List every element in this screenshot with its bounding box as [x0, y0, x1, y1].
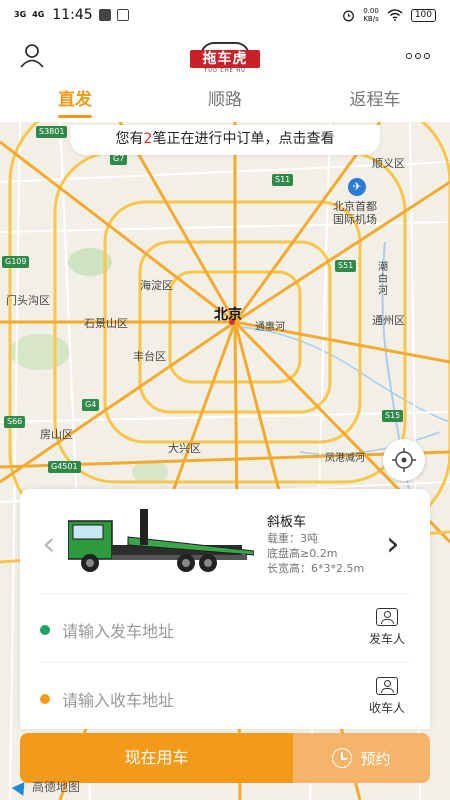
app-logo: 拖车虎 TUO CHE HU: [190, 42, 260, 74]
map-label-chaobaihe: 潮白河: [378, 262, 388, 297]
road-tag-s11: S11: [272, 174, 294, 186]
user-profile-button[interactable]: [18, 42, 46, 70]
alarm-icon: [343, 10, 355, 21]
arrival-dot: [40, 694, 50, 704]
notice-prefix: 您有: [115, 131, 144, 147]
user-icon: [20, 44, 44, 68]
tab-direct[interactable]: 直发: [0, 80, 150, 122]
map-label-fengtai: 丰台区: [133, 350, 166, 363]
gaode-logo-icon: [11, 777, 31, 796]
departure-contact-label: 发车人: [368, 632, 405, 646]
road-tag-s3801: S3801: [36, 126, 68, 138]
more-icon: [406, 53, 412, 59]
signal-4g: 4G: [32, 10, 45, 19]
arrival-address-input[interactable]: 请输入收车地址: [62, 687, 174, 711]
vehicle-load: 载重：3吨: [267, 532, 318, 545]
logo-text: 拖车虎: [190, 50, 260, 68]
departure-dot: [40, 625, 50, 635]
departure-address-input[interactable]: 请输入发车地址: [62, 618, 174, 642]
map-label-haidian: 海淀区: [140, 279, 173, 292]
road-tag-g109: G109: [2, 256, 30, 268]
map-label-tongzhou: 通州区: [372, 314, 405, 327]
net-speed-unit: KB/s: [363, 15, 379, 23]
order-notice-banner[interactable]: 您有2笔正在进行中订单，点击查看: [70, 125, 380, 155]
map-label-fangshan: 房山区: [40, 428, 73, 441]
road-tag-s51: S51: [335, 260, 357, 272]
flatbed-truck-image: [68, 509, 254, 572]
arrival-contact-label: 收车人: [368, 701, 405, 715]
tab-return-trip[interactable]: 返程车: [300, 80, 450, 122]
contact-card-icon: [376, 677, 398, 695]
net-speed-value: 0.00: [363, 7, 379, 15]
map-attribution: 高德地图: [11, 777, 81, 796]
signal-3g: 3G: [14, 10, 27, 19]
map-label-beijing: 北京: [214, 307, 242, 323]
net-speed: 0.00 KB/s: [363, 7, 379, 23]
status-bar: 3G 4G 11:45 0.00 KB/s 100: [0, 0, 450, 30]
road-tag-g4501: G4501: [48, 461, 81, 473]
app-header: 拖车虎 TUO CHE HU: [0, 30, 450, 80]
map-label-mentougou: 门头沟区: [6, 294, 50, 307]
notice-suffix: 笔正在进行中订单，点击查看: [152, 131, 335, 147]
reserve-button[interactable]: 预约: [293, 733, 430, 783]
arrival-address-row[interactable]: 请输入收车地址 收车人: [40, 662, 410, 730]
road-tag-s15: S15: [382, 410, 404, 422]
map-label-airport: 北京首都 国际机场: [333, 200, 377, 226]
vehicle-chassis: 底盘高≥0.2m: [267, 547, 338, 560]
vehicle-size: 长宽高：6*3*2.5m: [267, 562, 365, 575]
airport-icon: ✈: [348, 178, 366, 196]
map-label-tonghuihe: 通惠河: [255, 322, 285, 333]
more-menu-button[interactable]: [404, 42, 432, 70]
tab-on-the-way[interactable]: 顺路: [150, 80, 300, 122]
notification-app-icon: [116, 9, 129, 21]
road-tag-g4: G4: [82, 399, 100, 411]
departure-address-row[interactable]: 请输入发车地址 发车人: [40, 593, 410, 661]
wifi-icon: [387, 9, 403, 21]
order-panel: ‹ 斜板车 载重：3吨 底盘高≥0.2m 长宽高：6*3*2.5m › 请输入发…: [20, 489, 430, 729]
map-label-shunyi: 顺义区: [372, 157, 405, 170]
map-label-fenggangjianhe: 凤港减河: [325, 453, 365, 464]
locate-button[interactable]: [383, 439, 425, 481]
logo-subtitle: TUO CHE HU: [204, 68, 246, 74]
departure-contact-button[interactable]: 发车人: [364, 608, 410, 647]
map-label-daxing: 大兴区: [168, 442, 201, 455]
prev-vehicle-button[interactable]: ‹: [42, 524, 56, 564]
battery-indicator: 100: [410, 8, 436, 22]
tab-bar: 直发 顺路 返程车: [0, 80, 450, 122]
clock-icon: [332, 748, 353, 768]
reserve-label: 预约: [360, 749, 391, 768]
status-time: 11:45: [52, 7, 93, 23]
notification-check-icon: [98, 9, 111, 21]
road-tag-s66: S66: [4, 416, 26, 428]
next-vehicle-button[interactable]: ›: [386, 524, 400, 564]
crosshair-icon: [392, 448, 416, 472]
vehicle-name: 斜板车: [267, 515, 307, 530]
use-now-button[interactable]: 现在用车: [20, 733, 293, 783]
map-label-shijingshan: 石景山区: [84, 317, 128, 330]
action-bar: 现在用车 预约: [20, 733, 430, 783]
arrival-contact-button[interactable]: 收车人: [364, 677, 410, 716]
contact-card-icon: [376, 608, 398, 626]
map-attribution-text: 高德地图: [32, 780, 81, 794]
